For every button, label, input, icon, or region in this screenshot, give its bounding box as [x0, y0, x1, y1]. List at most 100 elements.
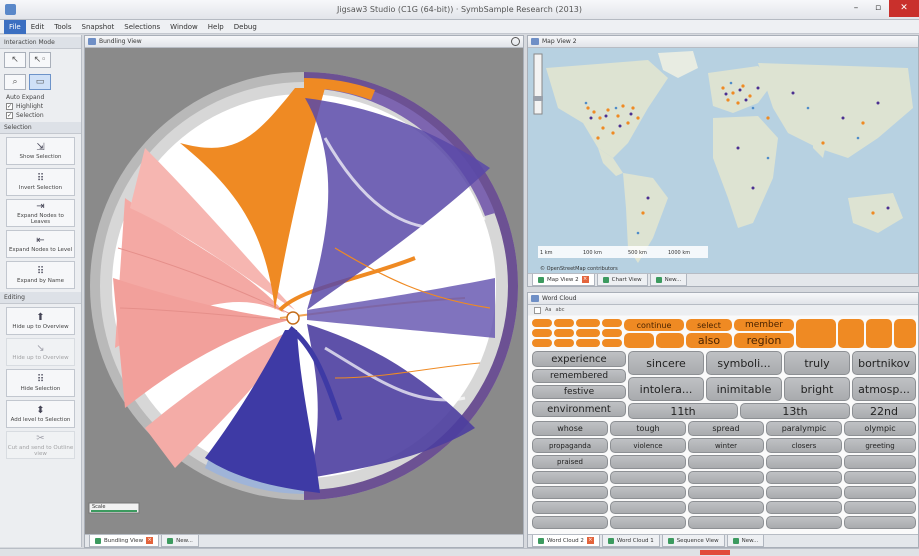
hide-selection-button[interactable]: ⠿ Hide Selection: [6, 369, 75, 397]
small-gray-tag[interactable]: [688, 486, 764, 499]
small-orange-tag[interactable]: [576, 339, 600, 347]
highlight-checkbox[interactable]: ✓: [6, 103, 13, 110]
small-orange-tag[interactable]: [602, 319, 622, 327]
tab-new-map[interactable]: New...: [649, 274, 688, 286]
small-orange-tag[interactable]: [796, 319, 836, 348]
word-tag-bright[interactable]: bright: [784, 377, 850, 401]
word-tag-propaganda[interactable]: propaganda: [532, 438, 608, 453]
tab-map-view-2[interactable]: Map View 2 ×: [532, 274, 595, 286]
word-tag-select[interactable]: select: [686, 319, 732, 331]
bundling-canvas[interactable]: Scale: [85, 48, 523, 534]
word-tag-environment[interactable]: environment: [532, 401, 626, 417]
menu-selections[interactable]: Selections: [119, 20, 165, 34]
word-tag-festive[interactable]: festive: [532, 385, 626, 399]
small-gray-tag[interactable]: [844, 455, 916, 469]
small-orange-tag[interactable]: [838, 319, 864, 348]
small-gray-tag[interactable]: [688, 471, 764, 484]
tab-bundling-view[interactable]: Bundling View ×: [89, 535, 160, 547]
close-tab-icon[interactable]: ×: [146, 537, 154, 544]
small-orange-tag[interactable]: [532, 319, 552, 327]
pointer-tool[interactable]: ↖: [4, 52, 26, 68]
menu-edit[interactable]: Edit: [26, 20, 50, 34]
small-gray-tag[interactable]: [610, 501, 686, 514]
small-orange-tag[interactable]: [866, 319, 892, 348]
word-tag-also[interactable]: also: [686, 333, 732, 348]
tab-word-cloud-2[interactable]: Word Cloud 2 ×: [532, 535, 600, 547]
word-tag-greeting[interactable]: greeting: [844, 438, 916, 453]
tab-new-word-cloud[interactable]: New...: [726, 535, 765, 547]
map-canvas[interactable]: 1 km 100 km 500 km 1000 km © OpenStreetM…: [528, 48, 918, 274]
small-gray-tag[interactable]: [844, 486, 916, 499]
small-gray-tag[interactable]: [610, 471, 686, 484]
word-tag-atmosphere[interactable]: atmosp...: [852, 377, 916, 401]
close-button[interactable]: ✕: [889, 0, 919, 17]
word-tag-tough[interactable]: tough: [610, 421, 686, 436]
add-level-button[interactable]: ⬍ Add level to Selection: [6, 400, 75, 428]
word-tag-sincere[interactable]: sincere: [628, 351, 704, 375]
word-tag-member[interactable]: member: [734, 319, 794, 331]
expand-to-leaves-button[interactable]: ⇥ Expand Nodes to Leaves: [6, 199, 75, 227]
small-orange-tag[interactable]: [602, 329, 622, 337]
small-gray-tag[interactable]: [844, 501, 916, 514]
small-orange-tag[interactable]: [656, 333, 684, 348]
word-tag-11th[interactable]: 11th: [628, 403, 738, 419]
toolbar-grid-button[interactable]: [534, 306, 541, 314]
small-gray-tag[interactable]: [688, 516, 764, 529]
small-gray-tag[interactable]: [688, 455, 764, 469]
edge-bundling-graphic[interactable]: Scale: [85, 48, 523, 534]
small-gray-tag[interactable]: [532, 471, 608, 484]
zoom-slider[interactable]: [533, 53, 543, 115]
menu-window[interactable]: Window: [165, 20, 203, 34]
word-tag-intolerable[interactable]: intolera...: [628, 377, 704, 401]
hide-up-button[interactable]: ⬆ Hide up to Overview: [6, 307, 75, 335]
tab-sequence-view[interactable]: Sequence View: [661, 535, 725, 547]
small-gray-tag[interactable]: [688, 501, 764, 514]
word-tag-remembered[interactable]: remembered: [532, 369, 626, 383]
word-tag-truly[interactable]: truly: [784, 351, 850, 375]
menu-snapshot[interactable]: Snapshot: [77, 20, 120, 34]
minimize-button[interactable]: –: [845, 0, 867, 17]
world-map-graphic[interactable]: 1 km 100 km 500 km 1000 km © OpenStreetM…: [528, 48, 918, 274]
hide-up-disabled-button[interactable]: ↘ Hide up to Overview: [6, 338, 75, 366]
tab-new-bundling[interactable]: New...: [161, 535, 199, 547]
small-gray-tag[interactable]: [610, 516, 686, 529]
small-orange-tag[interactable]: [624, 333, 654, 348]
menu-tools[interactable]: Tools: [49, 20, 76, 34]
lasso-tool[interactable]: ⌕: [4, 74, 26, 90]
small-orange-tag[interactable]: [894, 319, 916, 348]
word-tag-whose[interactable]: whose: [532, 421, 608, 436]
small-orange-tag[interactable]: [554, 319, 574, 327]
word-tag-paralympic[interactable]: paralympic: [766, 421, 842, 436]
word-tag-inimitable[interactable]: inimitable: [706, 377, 782, 401]
word-tag-praised[interactable]: praised: [532, 455, 608, 469]
small-gray-tag[interactable]: [532, 501, 608, 514]
small-gray-tag[interactable]: [766, 471, 842, 484]
small-orange-tag[interactable]: [532, 329, 552, 337]
small-gray-tag[interactable]: [532, 516, 608, 529]
small-gray-tag[interactable]: [766, 455, 842, 469]
word-tag-13th[interactable]: 13th: [740, 403, 850, 419]
small-orange-tag[interactable]: [554, 329, 574, 337]
word-tag-region[interactable]: region: [734, 333, 794, 348]
small-gray-tag[interactable]: [844, 516, 916, 529]
close-word-cloud-tab-icon[interactable]: ×: [586, 537, 594, 544]
small-gray-tag[interactable]: [532, 486, 608, 499]
small-gray-tag[interactable]: [610, 455, 686, 469]
word-tag-bortnikov[interactable]: bortnikov: [852, 351, 916, 375]
small-gray-tag[interactable]: [766, 501, 842, 514]
small-gray-tag[interactable]: [610, 486, 686, 499]
highlight-option[interactable]: ✓ Highlight: [0, 102, 81, 111]
small-orange-tag[interactable]: [602, 339, 622, 347]
menu-debug[interactable]: Debug: [229, 20, 262, 34]
word-tag-winter[interactable]: winter: [688, 438, 764, 453]
word-tag-continue[interactable]: continue: [624, 319, 684, 331]
small-gray-tag[interactable]: [844, 471, 916, 484]
word-tag-violence[interactable]: violence: [610, 438, 686, 453]
toolbar-font-label[interactable]: Aa: [545, 307, 551, 313]
rectangle-select-tool[interactable]: ▭: [29, 74, 51, 90]
small-gray-tag[interactable]: [766, 486, 842, 499]
small-orange-tag[interactable]: [576, 329, 600, 337]
menu-file[interactable]: File: [4, 19, 26, 34]
small-orange-tag[interactable]: [554, 339, 574, 347]
center-node[interactable]: [286, 311, 300, 325]
